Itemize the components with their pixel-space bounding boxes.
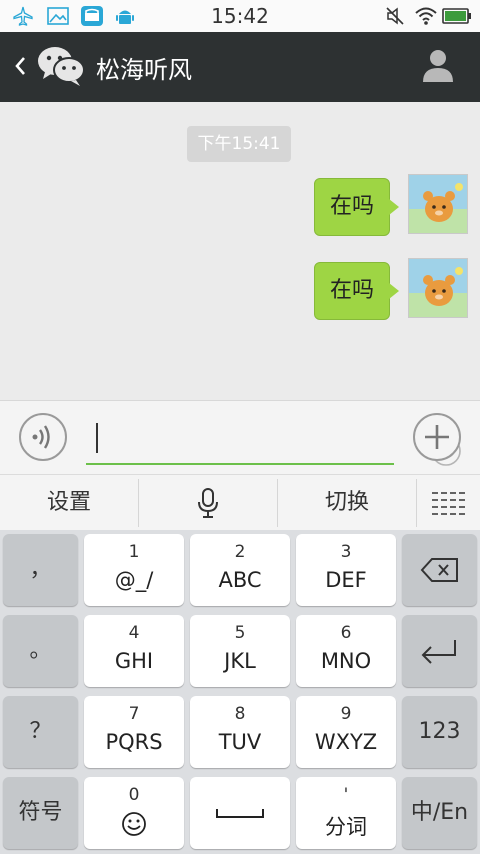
- ime-switch-button[interactable]: 切换: [278, 475, 416, 531]
- key-8[interactable]: 8 TUV: [190, 696, 290, 768]
- key-2[interactable]: 2 ABC: [190, 534, 290, 606]
- keyboard-menu-icon: [432, 492, 466, 515]
- keyboard: ， 1 @_/ 2 ABC 3 DEF 。 4 GHI 5 JKL 6 MNO: [0, 530, 480, 854]
- person-icon[interactable]: [420, 46, 456, 86]
- avatar[interactable]: [408, 174, 468, 234]
- message-row: 在吗: [0, 258, 480, 322]
- ime-settings-button[interactable]: 设置: [0, 475, 138, 531]
- mute-icon: [386, 7, 404, 25]
- input-bar: [0, 400, 480, 474]
- key-segment[interactable]: ' 分词: [296, 777, 396, 849]
- more-button[interactable]: [413, 413, 461, 461]
- wifi-icon: [415, 7, 437, 25]
- message-bubble[interactable]: 在吗: [314, 262, 399, 320]
- key-6[interactable]: 6 MNO: [296, 615, 396, 687]
- avatar[interactable]: [408, 258, 468, 318]
- key-1[interactable]: 1 @_/: [84, 534, 184, 606]
- timestamp-chip: 下午15:41: [187, 126, 291, 162]
- space-icon: [216, 809, 264, 818]
- battery-icon: [442, 8, 471, 24]
- chevron-left-icon[interactable]: [10, 48, 30, 84]
- key-4[interactable]: 4 GHI: [84, 615, 184, 687]
- voice-icon: [32, 425, 50, 449]
- chat-area: 下午15:41 在吗 在吗: [0, 102, 480, 400]
- ime-toolbar: 设置 切换: [0, 474, 480, 530]
- key-5[interactable]: 5 JKL: [190, 615, 290, 687]
- smiley-icon: [122, 812, 146, 836]
- key-space[interactable]: [190, 777, 290, 849]
- key-question[interactable]: ？: [3, 696, 78, 768]
- message-row: 在吗: [0, 174, 480, 238]
- message-bubble[interactable]: 在吗: [314, 178, 399, 236]
- microphone-icon: [198, 488, 218, 518]
- key-3[interactable]: 3 DEF: [296, 534, 396, 606]
- text-caret: [96, 423, 98, 453]
- key-7[interactable]: 7 PQRS: [84, 696, 184, 768]
- key-9[interactable]: 9 WXYZ: [296, 696, 396, 768]
- key-enter[interactable]: [402, 615, 477, 687]
- key-lang-switch[interactable]: 中/En: [402, 777, 477, 849]
- plus-icon: [425, 425, 449, 449]
- key-numbers[interactable]: 123: [402, 696, 477, 768]
- ime-menu-button[interactable]: [417, 475, 480, 531]
- status-time: 15:42: [211, 4, 269, 28]
- key-backspace[interactable]: [402, 534, 477, 606]
- wechat-icon: [38, 47, 85, 86]
- chat-title: 松海听风: [96, 56, 192, 84]
- voice-button[interactable]: [19, 413, 67, 461]
- message-input[interactable]: [86, 417, 461, 466]
- enter-icon: [421, 640, 456, 664]
- ime-voice-button[interactable]: [139, 475, 277, 531]
- status-bar: 15:42: [0, 0, 480, 32]
- backspace-icon: [420, 558, 458, 582]
- chat-header: 松海听风: [0, 32, 480, 102]
- key-period[interactable]: 。: [3, 615, 78, 687]
- key-0-emoji[interactable]: 0: [84, 777, 184, 849]
- key-comma[interactable]: ，: [3, 534, 78, 606]
- key-symbols[interactable]: 符号: [3, 777, 78, 849]
